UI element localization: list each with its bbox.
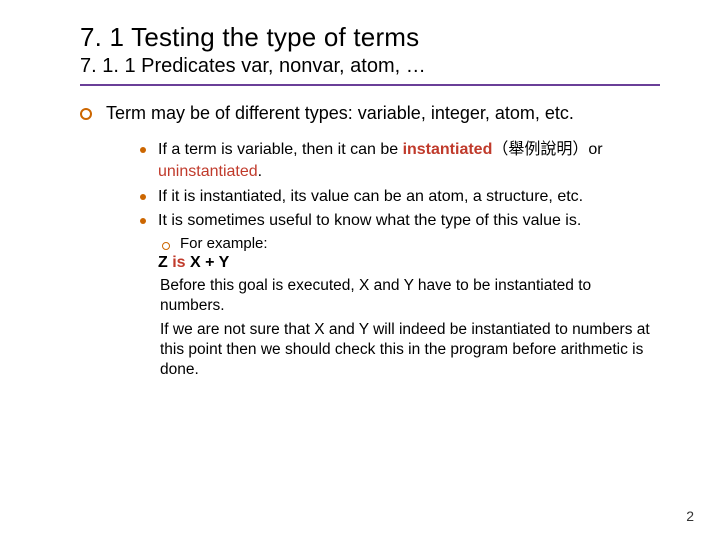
t1-hl1: instantiated [403,141,493,158]
bullet-level3: For example: [162,235,660,252]
divider [80,84,660,86]
t1-pre: If a term is variable, then it can be [158,141,403,158]
bullet-dot-icon [140,147,146,153]
t1-hl2: uninstantiated [158,163,258,180]
level1-text: Term may be of different types: variable… [106,102,574,125]
slide-subtitle: 7. 1. 1 Predicates var, nonvar, atom, … [80,55,660,78]
slide-title: 7. 1 Testing the type of terms [80,22,660,53]
paragraph-1: Before this goal is executed, X and Y ha… [160,276,660,316]
bullet-circle-icon [80,108,92,120]
code-is: is [172,254,185,271]
bullet-circle-small-icon [162,242,170,250]
bullet-level2: If it is instantiated, its value can be … [140,186,660,208]
bullet-level2: If a term is variable, then it can be in… [140,139,660,182]
paragraph-2: If we are not sure that X and Y will ind… [160,320,660,380]
level2-group: If a term is variable, then it can be in… [140,139,660,380]
code-line: Z is X + Y [158,254,660,272]
level2-text-2: If it is instantiated, its value can be … [158,186,583,208]
example-label: For example: [180,235,268,252]
slide: 7. 1 Testing the type of terms 7. 1. 1 P… [0,0,720,540]
bullet-level2: It is sometimes useful to know what the … [140,210,660,232]
code-xy: X + Y [186,254,230,271]
code-z: Z [158,254,172,271]
bullet-dot-icon [140,218,146,224]
level2-text-1: If a term is variable, then it can be in… [158,139,660,182]
bullet-level1: Term may be of different types: variable… [80,102,660,125]
page-number: 2 [686,508,694,524]
t1-end: . [258,163,262,180]
bullet-dot-icon [140,194,146,200]
t1-mid: （舉例說明）or [492,141,602,158]
level2-text-3: It is sometimes useful to know what the … [158,210,581,232]
